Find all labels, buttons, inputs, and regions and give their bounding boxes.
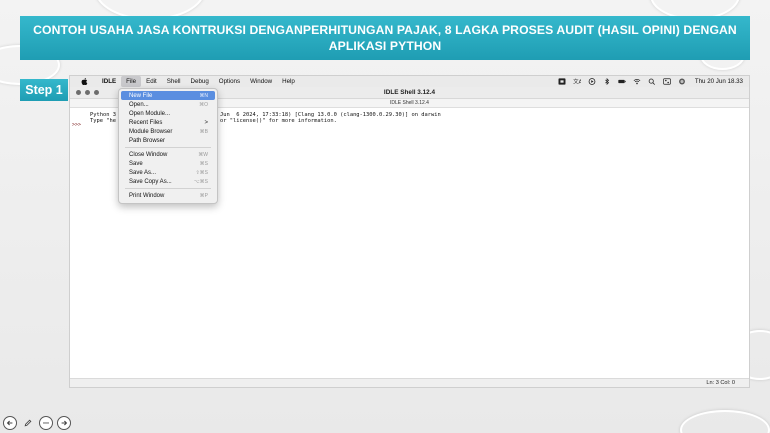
menu-item-label: Save	[129, 160, 143, 167]
menu-options[interactable]: Options	[214, 76, 245, 87]
menu-file[interactable]: File	[121, 76, 142, 87]
arrow-right-icon	[61, 420, 68, 426]
bluetooth-icon[interactable]	[603, 78, 611, 85]
previous-slide-button[interactable]	[3, 416, 17, 430]
menu-item-shortcut: ⌘O	[199, 101, 208, 108]
menu-item-new-file[interactable]: New File ⌘N	[121, 91, 215, 100]
minimize-window-button[interactable]	[85, 90, 90, 95]
menu-shell[interactable]: Shell	[162, 76, 186, 87]
menu-item-label: Recent Files	[129, 119, 163, 126]
cursor-position: Ln: 3 Col: 0	[706, 380, 735, 386]
menu-item-label: Module Browser	[129, 128, 173, 135]
menu-item-shortcut: ⌘S	[199, 160, 208, 167]
search-icon[interactable]	[648, 78, 656, 85]
wifi-icon[interactable]	[633, 78, 641, 85]
idle-screenshot: IDLE File Edit Shell Debug Options Windo…	[69, 75, 750, 388]
menu-item-shortcut: ⌘W	[198, 151, 208, 158]
menu-debug[interactable]: Debug	[186, 76, 214, 87]
menu-item-shortcut: ⌘B	[199, 128, 208, 135]
menu-edit[interactable]: Edit	[141, 76, 162, 87]
menu-item-label: Save Copy As...	[129, 178, 172, 185]
menu-item-shortcut: ⌥⌘S	[193, 178, 208, 185]
menu-item-shortcut: ⌘P	[199, 192, 208, 199]
file-menu-dropdown: New File ⌘N Open... ⌘O Open Module... Re…	[118, 88, 218, 204]
menu-item-module-browser[interactable]: Module Browser ⌘B	[121, 127, 215, 136]
menu-item-label: Save As...	[129, 169, 157, 176]
submenu-chevron-icon: >	[204, 119, 208, 126]
menu-window[interactable]: Window	[245, 76, 277, 87]
apple-icon[interactable]	[80, 78, 88, 86]
slide-nav-controls	[3, 416, 71, 430]
menu-item-shortcut: ⌘N	[199, 92, 208, 99]
slide-title-band: CONTOH USAHA JASA KONTRUKSI DENGANPERHIT…	[20, 16, 750, 60]
status-tray: 文A Thu 20 Jun 18.33	[558, 78, 749, 85]
step-label: Step 1	[20, 79, 68, 101]
menu-item-close-window[interactable]: Close Window ⌘W	[121, 150, 215, 159]
menu-item-label: New File	[129, 92, 153, 99]
next-slide-button[interactable]	[57, 416, 71, 430]
menu-item-label: Print Window	[129, 192, 165, 199]
pencil-icon	[24, 419, 32, 427]
menu-item-shortcut: ⇧⌘S	[195, 169, 208, 176]
banner-line-2-start: Type "he	[90, 118, 116, 124]
menu-item-open-module[interactable]: Open Module...	[121, 109, 215, 118]
pen-tool-button[interactable]	[21, 416, 35, 430]
menu-item-label: Open...	[129, 101, 149, 108]
menu-help[interactable]: Help	[277, 76, 300, 87]
close-window-button[interactable]	[76, 90, 81, 95]
menu-item-save-as[interactable]: Save As... ⇧⌘S	[121, 168, 215, 177]
menubar-clock[interactable]: Thu 20 Jun 18.33	[695, 78, 743, 85]
menu-item-print-window[interactable]: Print Window ⌘P	[121, 191, 215, 200]
window-controls	[76, 90, 99, 95]
arrow-left-icon	[6, 420, 13, 426]
battery-icon[interactable]	[618, 78, 626, 85]
slide-menu-button[interactable]	[39, 416, 53, 430]
status-bar: Ln: 3 Col: 0	[70, 378, 749, 387]
menu-item-label: Open Module...	[129, 110, 171, 117]
svg-text:文A: 文A	[573, 78, 581, 85]
more-dots-icon	[43, 422, 49, 424]
window-title: IDLE Shell 3.12.4	[383, 89, 436, 96]
decorative-ring	[680, 410, 770, 433]
menu-app-idle[interactable]: IDLE	[97, 76, 121, 87]
menu-separator	[125, 147, 211, 148]
menu-separator	[125, 188, 211, 189]
menu-item-label: Path Browser	[129, 137, 166, 144]
menu-item-label: Close Window	[129, 151, 168, 158]
translate-icon[interactable]: 文A	[573, 78, 581, 85]
control-center-icon[interactable]	[662, 78, 671, 85]
macos-menubar: IDLE File Edit Shell Debug Options Windo…	[70, 76, 749, 87]
shell-prompt: >>>	[72, 122, 82, 128]
menu-item-save-copy-as[interactable]: Save Copy As... ⌥⌘S	[121, 177, 215, 186]
screen-share-icon[interactable]	[558, 78, 566, 85]
menu-item-recent-files[interactable]: Recent Files >	[121, 118, 215, 127]
play-circle-icon[interactable]	[588, 78, 596, 85]
slide-title: CONTOH USAHA JASA KONTRUKSI DENGANPERHIT…	[33, 23, 737, 53]
menu-item-save[interactable]: Save ⌘S	[121, 159, 215, 168]
menu-item-path-browser[interactable]: Path Browser	[121, 136, 215, 145]
banner-line-2-end: or "license()" for more information.	[220, 118, 337, 124]
menu-item-open[interactable]: Open... ⌘O	[121, 100, 215, 109]
zoom-window-button[interactable]	[94, 90, 99, 95]
siri-icon[interactable]	[678, 78, 686, 85]
